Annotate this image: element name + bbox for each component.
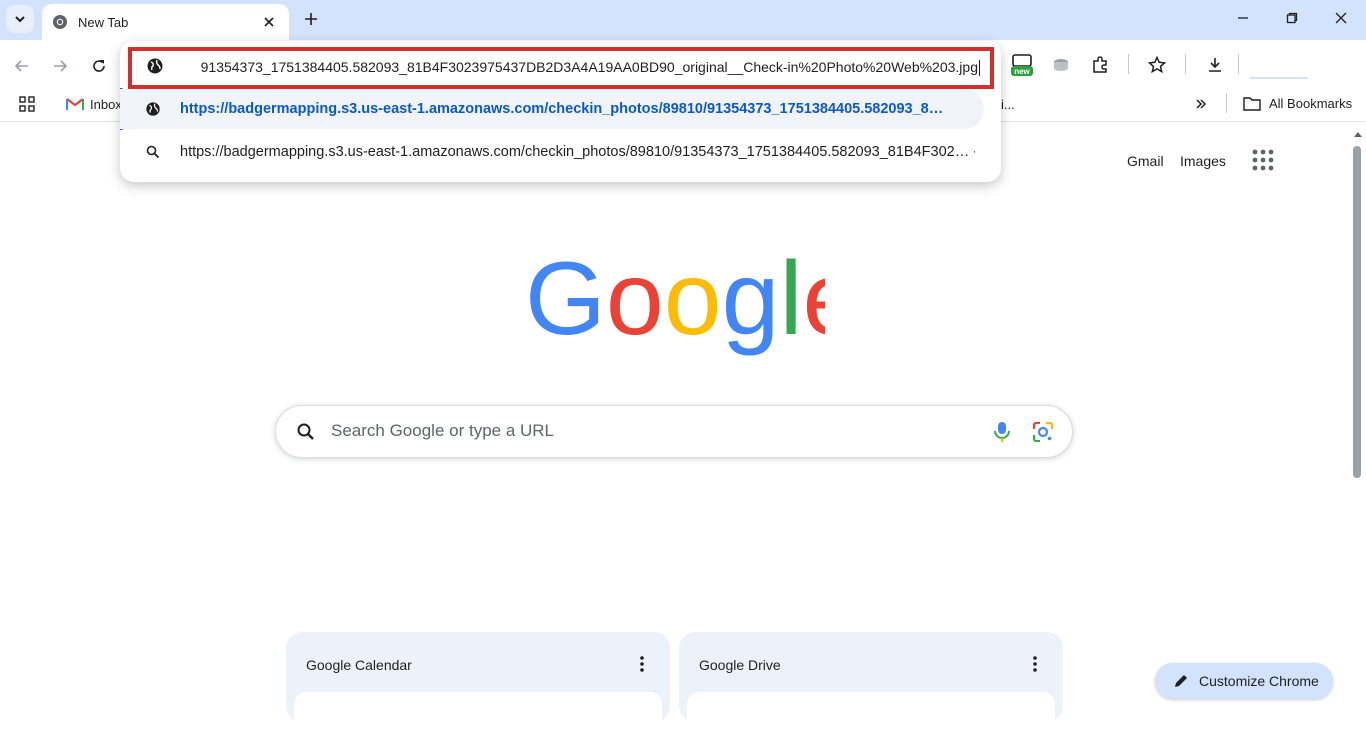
address-input[interactable]: 91354373_1751384405.582093_81B4F30239754… <box>180 56 980 78</box>
new-tab-button[interactable] <box>298 6 324 32</box>
card-title: Google Drive <box>699 657 781 673</box>
address-bar[interactable]: 91354373_1751384405.582093_81B4F30239754… <box>128 47 994 89</box>
more-bookmarks-button[interactable] <box>1190 93 1212 115</box>
address-input-text: 91354373_1751384405.582093_81B4F30239754… <box>200 59 978 75</box>
reload-button[interactable] <box>85 52 113 80</box>
card-title: Google Calendar <box>306 657 412 673</box>
globe-icon <box>147 58 163 74</box>
chrome-icon <box>53 15 67 29</box>
shortcut-card-drive[interactable]: Google Drive <box>679 632 1063 732</box>
tab-search-button[interactable] <box>6 5 34 33</box>
pencil-icon <box>1175 675 1187 687</box>
customize-chrome-button[interactable]: Customize Chrome <box>1155 663 1333 699</box>
toolbar-divider <box>1128 54 1129 74</box>
extension-badge-label: new <box>1014 67 1030 76</box>
close-icon <box>264 17 274 27</box>
bookmark-label: Inbox <box>90 96 122 112</box>
double-chevron-right-icon <box>1196 99 1207 109</box>
back-button[interactable] <box>8 52 36 80</box>
tab-new-tab[interactable]: New Tab <box>42 4 289 40</box>
bookmark-inbox[interactable]: Inbox <box>66 94 122 114</box>
google-apps-icon[interactable] <box>1250 147 1276 173</box>
restore-button[interactable] <box>1268 0 1316 36</box>
customize-label: Customize Chrome <box>1199 673 1319 689</box>
database-icon <box>1054 59 1068 71</box>
google-logo: Google <box>525 252 825 357</box>
star-icon <box>1148 56 1166 74</box>
microphone-icon[interactable] <box>991 420 1013 444</box>
toolbar-divider <box>1238 54 1239 74</box>
profile-pill-edge <box>1250 77 1308 79</box>
reload-icon <box>93 60 105 72</box>
download-icon <box>1209 58 1221 72</box>
scrollbar-thumb[interactable] <box>1353 146 1361 478</box>
suggestion-text: https://badgermapping.s3.us-east-1.amazo… <box>180 101 944 117</box>
more-vert-icon[interactable] <box>1031 654 1039 674</box>
card-content <box>687 692 1055 732</box>
restore-icon <box>1286 12 1298 24</box>
arrow-right-icon <box>54 60 68 72</box>
more-vert-icon[interactable] <box>638 654 646 674</box>
suggestion-icon <box>144 100 162 118</box>
images-link[interactable]: Images <box>1180 150 1226 172</box>
svg-text:Google: Google <box>525 252 825 357</box>
gmail-link-label: Gmail <box>1127 153 1164 169</box>
minimize-icon <box>1238 17 1248 19</box>
tab-title: New Tab <box>78 14 129 30</box>
suggestion-text: https://badgermapping.s3.us-east-1.amazo… <box>180 144 975 160</box>
toolbar-divider <box>1185 54 1186 74</box>
downloads-button[interactable] <box>1200 50 1230 80</box>
extensions-button[interactable] <box>1085 50 1115 80</box>
all-bookmarks-button[interactable]: All Bookmarks <box>1243 92 1352 114</box>
bookmark-truncated[interactable]: i... <box>1001 94 1015 114</box>
plus-icon <box>305 13 317 25</box>
search-placeholder: Search Google or type a URL <box>331 421 555 440</box>
bookmarks-divider <box>1226 93 1227 113</box>
close-icon <box>1335 12 1347 24</box>
folder-icon <box>1243 97 1261 111</box>
search-box[interactable]: Search Google or type a URL <box>275 405 1073 458</box>
extension-badge-icon: new <box>1011 54 1033 76</box>
search-icon <box>146 145 160 159</box>
chevron-down-icon <box>15 16 25 23</box>
all-bookmarks-label: All Bookmarks <box>1269 95 1353 111</box>
grid-icon <box>19 96 35 112</box>
card-content <box>294 692 662 732</box>
bookmark-label: i... <box>1001 96 1015 112</box>
omnibox-suggestion[interactable]: https://badgermapping.s3.us-east-1.amazo… <box>120 132 984 172</box>
forward-button[interactable] <box>46 52 74 80</box>
minimize-button[interactable] <box>1219 0 1267 36</box>
gmail-icon <box>66 98 84 110</box>
puzzle-icon <box>1093 56 1107 73</box>
close-tab-button[interactable] <box>259 12 279 32</box>
images-link-label: Images <box>1180 153 1226 169</box>
text-caret <box>979 60 980 77</box>
search-icon <box>297 423 314 440</box>
scroll-up-icon[interactable] <box>1353 129 1363 139</box>
google-lens-icon[interactable] <box>1031 420 1055 444</box>
omnibox-suggestion[interactable]: https://badgermapping.s3.us-east-1.amazo… <box>120 89 984 129</box>
suggestion-icon <box>144 143 162 161</box>
extension-disk-button[interactable] <box>1046 50 1076 80</box>
extension-new-button[interactable]: new <box>1007 50 1037 80</box>
gmail-link[interactable]: Gmail <box>1127 150 1164 172</box>
globe-icon <box>146 102 160 116</box>
bookmark-star-button[interactable] <box>1142 50 1172 80</box>
shortcut-card-calendar[interactable]: Google Calendar <box>286 632 670 732</box>
arrow-left-icon <box>14 60 28 72</box>
close-window-button[interactable] <box>1317 0 1365 36</box>
apps-shortcut[interactable] <box>16 93 38 115</box>
